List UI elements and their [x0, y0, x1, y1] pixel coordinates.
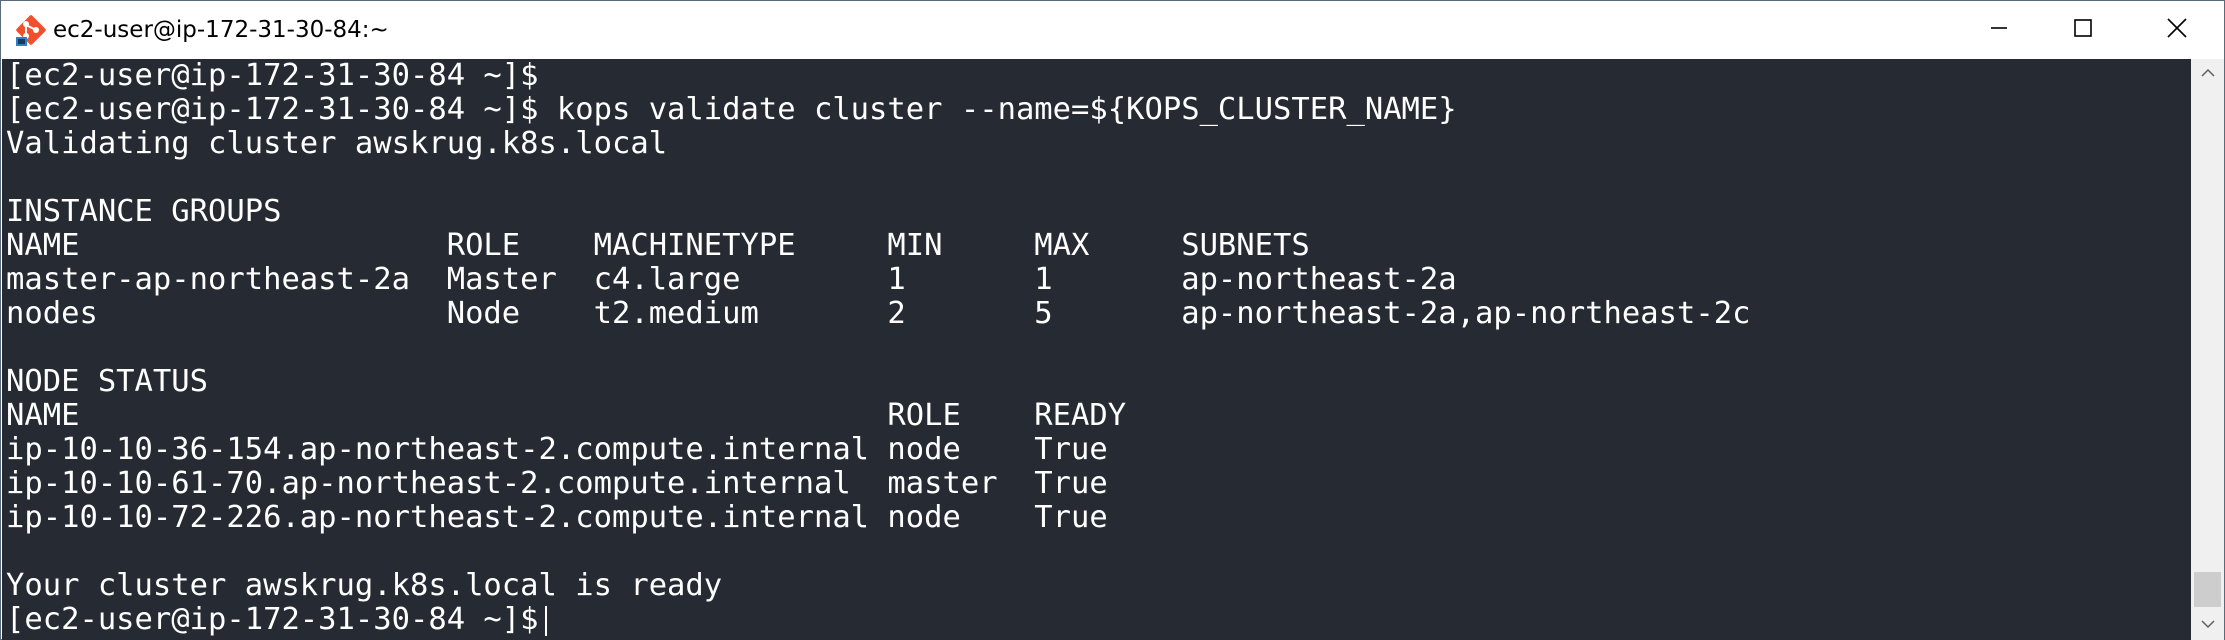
maximize-button[interactable] [2037, 1, 2129, 59]
text-cursor [544, 605, 547, 636]
scroll-down-button[interactable] [2191, 610, 2224, 640]
terminal-line: nodes Node t2.medium 2 5 ap-northeast-2a… [6, 296, 1751, 331]
terminal-line: [ec2-user@ip-172-31-30-84 ~]$ [6, 59, 539, 93]
scroll-down-arrow-icon [2200, 616, 2215, 634]
scroll-up-arrow-icon [2200, 65, 2215, 83]
close-icon [2166, 17, 2188, 44]
terminal-line: NAME ROLE MACHINETYPE MIN MAX SUBNETS [6, 228, 1310, 263]
terminal-line: Validating cluster awskrug.k8s.local [6, 126, 668, 161]
scroll-thumb[interactable] [2194, 572, 2221, 607]
terminal-output[interactable]: [ec2-user@ip-172-31-30-84 ~]$ [ec2-user@… [2, 59, 2191, 640]
terminal-line: master-ap-northeast-2a Master c4.large 1… [6, 262, 1457, 297]
terminal-line: Your cluster awskrug.k8s.local is ready [6, 568, 723, 603]
title-bar[interactable]: ec2-user@ip-172-31-30-84:~ [1, 1, 2224, 59]
window-title: ec2-user@ip-172-31-30-84:~ [53, 17, 389, 43]
git-bash-icon[interactable] [14, 13, 48, 47]
terminal-line: ip-10-10-36-154.ap-northeast-2.compute.i… [6, 432, 1108, 467]
terminal-line: ip-10-10-61-70.ap-northeast-2.compute.in… [6, 466, 1108, 501]
close-button[interactable] [2131, 1, 2223, 59]
terminal-prompt: [ec2-user@ip-172-31-30-84 ~]$ [6, 602, 539, 637]
terminal-line: NODE STATUS [6, 364, 208, 399]
scroll-up-button[interactable] [2191, 59, 2224, 89]
maximize-icon [2073, 18, 2093, 43]
terminal-window: ec2-user@ip-172-31-30-84:~ [ec2-user@ip-… [0, 0, 2225, 640]
vertical-scrollbar[interactable] [2191, 59, 2224, 640]
terminal-line: NAME ROLE READY [6, 398, 1127, 433]
terminal-prompt-line[interactable]: [ec2-user@ip-172-31-30-84 ~]$ [6, 603, 1750, 637]
terminal-line: ip-10-10-72-226.ap-northeast-2.compute.i… [6, 500, 1108, 535]
minimize-icon [1989, 18, 2009, 43]
minimize-button[interactable] [1953, 1, 2045, 59]
terminal-line: INSTANCE GROUPS [6, 194, 282, 229]
terminal-line: [ec2-user@ip-172-31-30-84 ~]$ kops valid… [6, 92, 1457, 127]
terminal-lines: [ec2-user@ip-172-31-30-84 ~]$ [ec2-user@… [6, 59, 1750, 637]
